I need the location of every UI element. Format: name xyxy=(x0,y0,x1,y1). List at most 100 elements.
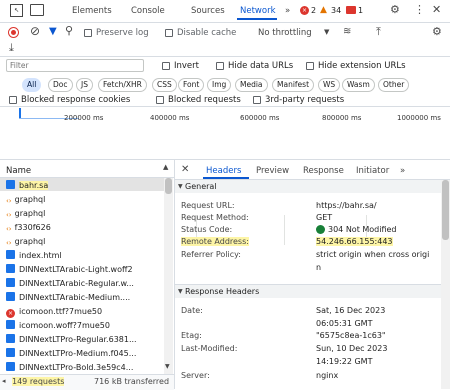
error-icon[interactable]: × xyxy=(300,6,309,15)
type-filter-doc[interactable]: Doc xyxy=(48,78,73,92)
tab-network[interactable]: Network xyxy=(240,6,276,16)
request-row[interactable]: ‹› graphql xyxy=(6,207,45,220)
disable-cache-checkbox[interactable] xyxy=(165,29,173,37)
request-row[interactable]: DINNextLTPro-Medium.f045... xyxy=(6,347,136,360)
request-name: graphql xyxy=(14,209,46,218)
status-code-value: 304 Not Modified xyxy=(328,225,397,234)
type-filter-css[interactable]: CSS xyxy=(152,78,177,92)
request-url-value: https://bahr.sa/ xyxy=(316,201,377,210)
preserve-log-checkbox[interactable] xyxy=(84,29,92,37)
more-detail-tabs-icon[interactable]: » xyxy=(400,166,405,176)
request-row[interactable]: × icomoon.ttf?7mue50 xyxy=(6,305,102,318)
request-name: icomoon.woff?7mue50 xyxy=(19,321,110,330)
blocked-requests-checkbox[interactable] xyxy=(156,96,164,104)
request-row[interactable]: DINNextLTArabic-Light.woff2 xyxy=(6,263,133,276)
export-har-icon[interactable]: ⤓ xyxy=(9,41,14,55)
request-list-scroll-thumb[interactable] xyxy=(165,178,172,194)
blocked-cookies-checkbox[interactable] xyxy=(9,96,17,104)
tab-sources[interactable]: Sources xyxy=(191,6,225,16)
date-key: Date: xyxy=(181,306,203,315)
request-list-scrollbar[interactable] xyxy=(164,178,173,374)
sort-up-icon[interactable]: ▲ xyxy=(163,163,168,171)
status-ok-icon xyxy=(316,225,325,234)
invert-checkbox[interactable] xyxy=(162,62,170,70)
type-filter-media[interactable]: Media xyxy=(235,78,268,92)
tab-console[interactable]: Console xyxy=(131,6,165,16)
type-filter-js[interactable]: JS xyxy=(76,78,93,92)
request-row[interactable]: DINNextLTArabic-Regular.w... xyxy=(6,277,134,290)
issues-count: 1 xyxy=(358,6,364,15)
more-options-icon[interactable]: ⋮ xyxy=(414,3,425,16)
document-icon xyxy=(6,180,15,189)
request-name: graphql xyxy=(14,237,46,246)
type-filter-font[interactable]: Font xyxy=(178,78,205,92)
type-filter-ws[interactable]: WS xyxy=(318,78,341,92)
date-value-cont: 06:05:31 GMT xyxy=(316,319,373,328)
issues-icon[interactable] xyxy=(346,6,356,14)
search-icon[interactable]: ⚲ xyxy=(65,24,73,37)
network-conditions-icon[interactable]: ≋ xyxy=(343,26,351,37)
request-row[interactable]: ‹› graphql xyxy=(6,193,45,206)
document-icon xyxy=(6,250,15,259)
filter-icon[interactable]: ▼ xyxy=(49,26,57,37)
throttling-select[interactable]: No throttling xyxy=(258,28,312,38)
expand-general-icon[interactable]: ▼ xyxy=(178,183,183,190)
fetch-xhr-icon: ‹› xyxy=(6,225,12,233)
tab-elements[interactable]: Elements xyxy=(72,6,112,16)
font-file-icon xyxy=(6,334,15,343)
hide-data-urls-checkbox[interactable] xyxy=(216,62,224,70)
request-row[interactable]: DINNextLTPro-Regular.6381... xyxy=(6,333,137,346)
device-toolbar-icon[interactable] xyxy=(30,4,44,16)
warning-icon[interactable]: ▲ xyxy=(320,5,327,15)
hide-extension-urls-checkbox[interactable] xyxy=(306,62,314,70)
request-row[interactable]: ‹› f330f626 xyxy=(6,221,51,234)
close-icon[interactable]: ✕ xyxy=(432,3,441,16)
date-value: Sat, 16 Dec 2023 xyxy=(316,306,386,315)
clear-icon[interactable]: ⊘ xyxy=(30,24,40,38)
tab-preview[interactable]: Preview xyxy=(256,166,289,176)
request-row[interactable]: bahr.sa xyxy=(6,179,49,192)
type-filter-fetch-xhr[interactable]: Fetch/XHR xyxy=(98,78,147,92)
request-row[interactable]: DINNextLTPro-Bold.3e59c4... xyxy=(6,361,133,374)
network-settings-icon[interactable]: ⚙ xyxy=(432,25,442,38)
third-party-label: 3rd-party requests xyxy=(265,95,345,105)
request-name: DINNextLTPro-Bold.3e59c4... xyxy=(19,363,134,372)
timeline-tick-label: 800000 ms xyxy=(322,114,362,122)
request-count: 149 requests xyxy=(12,377,65,386)
request-name: DINNextLTArabic-Regular.w... xyxy=(19,279,134,288)
settings-gear-icon[interactable]: ⚙ xyxy=(390,3,400,16)
more-tabs-icon[interactable]: » xyxy=(285,6,290,16)
request-row[interactable]: icomoon.woff?7mue50 xyxy=(6,319,110,332)
type-filter-img[interactable]: Img xyxy=(207,78,232,92)
etag-value: "6575c8ea-1c63" xyxy=(316,331,386,340)
font-file-icon xyxy=(6,292,15,301)
expand-response-headers-icon[interactable]: ▼ xyxy=(178,288,183,295)
error-count: 2 xyxy=(311,6,317,15)
record-icon[interactable] xyxy=(8,27,19,38)
request-row[interactable]: index.html xyxy=(6,249,62,262)
scroll-down-icon[interactable]: ▼ xyxy=(165,363,170,370)
request-row[interactable]: DINNextLTArabic-Medium.... xyxy=(6,291,130,304)
detail-scroll-thumb[interactable] xyxy=(442,180,449,240)
request-name: DINNextLTPro-Medium.f045... xyxy=(19,349,137,358)
type-filter-wasm[interactable]: Wasm xyxy=(342,78,375,92)
general-section-title: General xyxy=(185,182,217,191)
request-name: DINNextLTPro-Regular.6381... xyxy=(19,335,137,344)
name-column-header[interactable]: Name xyxy=(6,166,31,176)
third-party-checkbox[interactable] xyxy=(253,96,261,104)
throttling-dropdown-icon[interactable]: ▼ xyxy=(324,28,329,36)
remote-address-key: Remote Address: xyxy=(181,237,249,246)
scroll-left-icon[interactable]: ◂ xyxy=(2,377,6,385)
type-filter-all[interactable]: All xyxy=(22,78,42,92)
close-detail-icon[interactable]: ✕ xyxy=(181,164,189,175)
font-file-icon xyxy=(6,362,15,371)
inspect-element-icon[interactable]: ↖ xyxy=(10,4,23,17)
import-har-icon[interactable]: ⤒ xyxy=(376,25,381,39)
tab-headers[interactable]: Headers xyxy=(206,166,241,176)
type-filter-other[interactable]: Other xyxy=(378,78,410,92)
filter-input[interactable] xyxy=(6,59,144,72)
type-filter-manifest[interactable]: Manifest xyxy=(272,78,315,92)
tab-response[interactable]: Response xyxy=(303,166,344,176)
tab-initiator[interactable]: Initiator xyxy=(356,166,389,176)
request-row[interactable]: ‹› graphql xyxy=(6,235,45,248)
